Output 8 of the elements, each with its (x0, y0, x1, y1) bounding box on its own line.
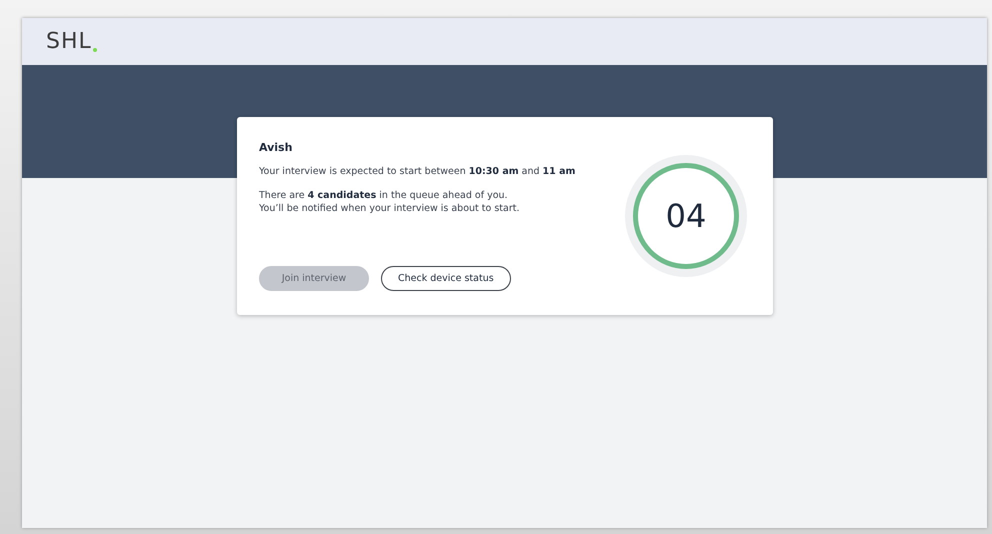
logo-text: SHL (46, 29, 92, 54)
dot-icon (92, 48, 97, 52)
candidate-name: Avish (259, 141, 294, 154)
queue-counter: 04 (666, 197, 706, 235)
queue-text: You’ll be notified when your interview is about to start. (259, 202, 520, 215)
device-status-button[interactable]: Check device status (381, 266, 511, 291)
schedule-text: Your interview is expected to start between 10:30 am and 11 am (259, 165, 576, 178)
queue-text: There are 4 candidates in the queue ahead of you. (259, 189, 509, 202)
